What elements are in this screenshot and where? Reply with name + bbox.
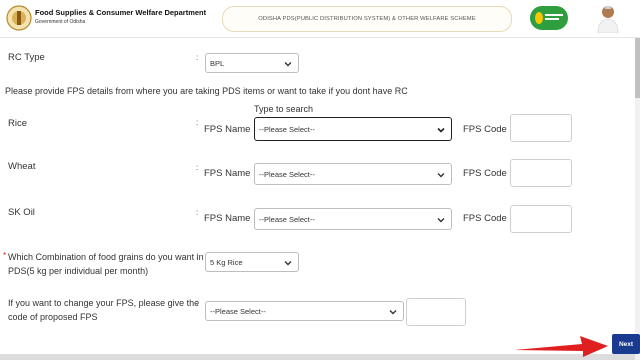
proposed-fps-code-input[interactable]: [406, 298, 466, 326]
chevron-down-icon: [437, 218, 445, 223]
rice-fps-code-input[interactable]: [510, 114, 572, 142]
change-fps-label-line1: If you want to change your FPS, please g…: [8, 298, 200, 308]
grain-combination-value: 5 Kg Rice: [210, 257, 243, 267]
fps-name-label: FPS Name :: [204, 124, 256, 135]
rc-type-select[interactable]: BPL: [205, 53, 299, 73]
site-header: Food Supplies & Consumer Welfare Departm…: [0, 0, 640, 38]
colon: :: [196, 163, 199, 172]
scrollbar-thumb[interactable]: [635, 38, 640, 98]
food-supplies-logo: [530, 6, 568, 30]
colon: :: [196, 208, 199, 217]
combination-label-line1: Which Combination of food grains do you …: [8, 252, 204, 262]
cm-portrait-icon: [594, 3, 622, 33]
sk-oil-fps-code-input[interactable]: [510, 205, 572, 233]
sk-oil-fps-value: --Please Select--: [259, 214, 315, 224]
sk-oil-label: SK Oil: [8, 207, 35, 218]
fps-code-label: FPS Code :: [463, 213, 513, 224]
wheat-fps-select[interactable]: --Please Select--: [254, 163, 452, 185]
fps-name-label: FPS Name :: [204, 213, 256, 224]
required-mark: *: [3, 251, 7, 260]
combination-label-line2: PDS(5 kg per individual per month): [8, 266, 149, 276]
chevron-down-icon: [437, 127, 445, 133]
grain-combination-select[interactable]: 5 Kg Rice: [205, 252, 299, 272]
rice-fps-select[interactable]: --Please Select--: [254, 117, 452, 141]
change-fps-select[interactable]: --Please Select--: [205, 301, 404, 321]
department-subtitle: Government of Odisha: [35, 19, 86, 25]
chevron-down-icon: [284, 261, 292, 266]
fps-code-label: FPS Code :: [463, 168, 513, 179]
chevron-down-icon: [437, 173, 445, 178]
rc-type-label: RC Type: [8, 52, 45, 63]
wheat-label: Wheat: [8, 161, 36, 172]
vertical-scrollbar[interactable]: [635, 38, 640, 360]
colon: :: [196, 298, 199, 307]
colon: :: [196, 252, 199, 261]
colon: :: [196, 118, 199, 127]
rc-type-value: BPL: [210, 58, 225, 68]
chevron-down-icon: [389, 310, 397, 315]
department-title: Food Supplies & Consumer Welfare Departm…: [35, 8, 207, 17]
change-fps-value: --Please Select--: [210, 306, 266, 316]
fps-instruction: Please provide FPS details from where yo…: [5, 86, 408, 96]
next-button[interactable]: Next: [612, 334, 640, 354]
rice-label: Rice: [8, 118, 28, 129]
chevron-down-icon: [284, 62, 292, 67]
red-arrow-annotation-icon: [514, 336, 608, 357]
wheat-fps-value: --Please Select--: [259, 169, 315, 179]
colon: :: [196, 53, 199, 62]
type-to-search-hint: Type to search: [254, 104, 314, 114]
fps-code-label: FPS Code :: [463, 124, 513, 135]
odisha-emblem-icon: [6, 5, 32, 31]
sk-oil-fps-select[interactable]: --Please Select--: [254, 208, 452, 230]
rice-fps-value: --Please Select--: [259, 124, 315, 134]
leaf-icon: [532, 8, 566, 28]
wheat-fps-code-input[interactable]: [510, 159, 572, 187]
change-fps-label-line2: code of proposed FPS: [8, 312, 98, 322]
scheme-banner: ODISHA PDS(PUBLIC DISTRIBUTION SYSTEM) &…: [222, 6, 512, 32]
fps-name-label: FPS Name :: [204, 168, 256, 179]
